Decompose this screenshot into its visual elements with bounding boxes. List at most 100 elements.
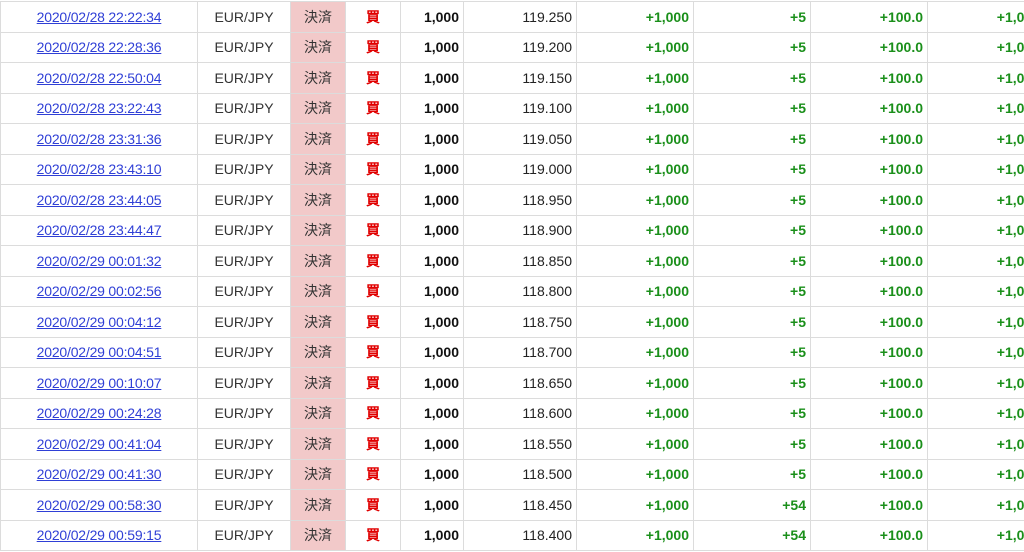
currency-pair: EUR/JPY [214, 100, 273, 116]
trade-datetime-link-cell[interactable]: 2020/02/29 00:59:15 [1, 520, 198, 551]
swap-points-cell: +5 [694, 429, 811, 460]
trade-rate-cell: 118.750 [464, 307, 577, 338]
trade-datetime-link[interactable]: 2020/02/28 23:22:43 [37, 100, 162, 116]
trade-datetime-link-cell[interactable]: 2020/02/29 00:10:07 [1, 368, 198, 399]
pips-value-cell: +100.0 [811, 490, 928, 521]
status-badge-cell: 決済 [291, 429, 346, 460]
profit-loss: +1,000 [646, 497, 689, 513]
swap-points-cell: +5 [694, 124, 811, 155]
trade-datetime-link[interactable]: 2020/02/28 23:44:05 [37, 192, 162, 208]
swap-points: +5 [790, 222, 806, 238]
trade-datetime-link-cell[interactable]: 2020/02/29 00:01:32 [1, 246, 198, 277]
trade-datetime-link[interactable]: 2020/02/28 22:50:04 [37, 70, 162, 86]
status-badge: 決済 [304, 497, 332, 513]
trade-datetime-link[interactable]: 2020/02/29 00:01:32 [37, 253, 162, 269]
trade-side: 買 [366, 253, 380, 269]
currency-pair: EUR/JPY [214, 314, 273, 330]
trade-datetime-link-cell[interactable]: 2020/02/28 23:44:05 [1, 185, 198, 216]
trade-datetime-link-cell[interactable]: 2020/02/29 00:04:51 [1, 337, 198, 368]
trade-quantity-cell: 1,000 [401, 459, 464, 490]
total-profit-cell: +1,005 [928, 124, 1024, 155]
trade-datetime-link-cell[interactable]: 2020/02/28 23:31:36 [1, 124, 198, 155]
trade-datetime-link-cell[interactable]: 2020/02/29 00:02:56 [1, 276, 198, 307]
trade-datetime-link[interactable]: 2020/02/29 00:41:04 [37, 436, 162, 452]
pips-value: +100.0 [880, 9, 923, 25]
total-profit-cell: +1,005 [928, 93, 1024, 124]
currency-pair-cell: EUR/JPY [198, 154, 291, 185]
trade-datetime-link-cell[interactable]: 2020/02/28 23:43:10 [1, 154, 198, 185]
profit-loss: +1,000 [646, 222, 689, 238]
table-row: 2020/02/29 00:41:04EUR/JPY決済買1,000118.55… [1, 429, 1024, 460]
trade-quantity-cell: 1,000 [401, 215, 464, 246]
trade-quantity: 1,000 [424, 9, 459, 25]
swap-points: +5 [790, 283, 806, 299]
trade-datetime-link[interactable]: 2020/02/29 00:58:30 [37, 497, 162, 513]
trade-datetime-link[interactable]: 2020/02/29 00:04:51 [37, 344, 162, 360]
trade-datetime-link[interactable]: 2020/02/29 00:41:30 [37, 466, 162, 482]
trade-quantity: 1,000 [424, 192, 459, 208]
trade-quantity-cell: 1,000 [401, 429, 464, 460]
profit-loss: +1,000 [646, 405, 689, 421]
trade-datetime-link[interactable]: 2020/02/29 00:02:56 [37, 283, 162, 299]
trade-datetime-link-cell[interactable]: 2020/02/28 22:28:36 [1, 32, 198, 63]
swap-points: +5 [790, 253, 806, 269]
trade-side-cell: 買 [346, 185, 401, 216]
trade-datetime-link[interactable]: 2020/02/29 00:24:28 [37, 405, 162, 421]
trade-rate: 118.500 [522, 466, 572, 482]
trade-rate-cell: 118.650 [464, 368, 577, 399]
trade-quantity-cell: 1,000 [401, 276, 464, 307]
trade-datetime-link-cell[interactable]: 2020/02/28 22:50:04 [1, 63, 198, 94]
swap-points: +5 [790, 375, 806, 391]
trade-rate: 119.200 [522, 39, 572, 55]
trade-rate: 118.900 [522, 222, 572, 238]
currency-pair: EUR/JPY [214, 466, 273, 482]
trade-datetime-link-cell[interactable]: 2020/02/29 00:41:04 [1, 429, 198, 460]
profit-loss-cell: +1,000 [577, 337, 694, 368]
trade-datetime-link[interactable]: 2020/02/29 00:59:15 [37, 527, 162, 543]
table-row: 2020/02/29 00:41:30EUR/JPY決済買1,000118.50… [1, 459, 1024, 490]
trade-datetime-link[interactable]: 2020/02/29 00:10:07 [37, 375, 162, 391]
trade-datetime-link[interactable]: 2020/02/28 23:43:10 [37, 161, 162, 177]
pips-value: +100.0 [880, 39, 923, 55]
trade-rate-cell: 118.700 [464, 337, 577, 368]
status-badge-cell: 決済 [291, 520, 346, 551]
currency-pair-cell: EUR/JPY [198, 429, 291, 460]
swap-points-cell: +54 [694, 490, 811, 521]
trade-datetime-link-cell[interactable]: 2020/02/28 23:44:47 [1, 215, 198, 246]
profit-loss: +1,000 [646, 9, 689, 25]
trade-quantity-cell: 1,000 [401, 246, 464, 277]
trade-datetime-link-cell[interactable]: 2020/02/29 00:58:30 [1, 490, 198, 521]
trade-datetime-link[interactable]: 2020/02/28 23:31:36 [37, 131, 162, 147]
trade-datetime-link[interactable]: 2020/02/28 23:44:47 [37, 222, 162, 238]
trade-datetime-link-cell[interactable]: 2020/02/29 00:41:30 [1, 459, 198, 490]
trade-quantity: 1,000 [424, 344, 459, 360]
trade-datetime-link-cell[interactable]: 2020/02/29 00:24:28 [1, 398, 198, 429]
trade-quantity-cell: 1,000 [401, 490, 464, 521]
trade-rate-cell: 118.950 [464, 185, 577, 216]
total-profit-cell: +1,005 [928, 32, 1024, 63]
trade-datetime-link[interactable]: 2020/02/28 22:22:34 [37, 9, 162, 25]
trade-rate-cell: 118.450 [464, 490, 577, 521]
swap-points-cell: +5 [694, 276, 811, 307]
profit-loss: +1,000 [646, 375, 689, 391]
profit-loss-cell: +1,000 [577, 246, 694, 277]
trade-datetime-link[interactable]: 2020/02/28 22:28:36 [37, 39, 162, 55]
trade-side-cell: 買 [346, 520, 401, 551]
trade-datetime-link-cell[interactable]: 2020/02/28 22:22:34 [1, 2, 198, 33]
trade-side: 買 [366, 222, 380, 238]
currency-pair: EUR/JPY [214, 375, 273, 391]
status-badge: 決済 [304, 375, 332, 391]
swap-points-cell: +5 [694, 246, 811, 277]
trade-rate: 118.600 [522, 405, 572, 421]
currency-pair-cell: EUR/JPY [198, 307, 291, 338]
trade-datetime-link-cell[interactable]: 2020/02/29 00:04:12 [1, 307, 198, 338]
currency-pair: EUR/JPY [214, 344, 273, 360]
total-profit: +1,005 [997, 283, 1024, 299]
total-profit-cell: +1,054 [928, 520, 1024, 551]
swap-points: +5 [790, 131, 806, 147]
swap-points: +5 [790, 70, 806, 86]
trade-datetime-link-cell[interactable]: 2020/02/28 23:22:43 [1, 93, 198, 124]
pips-value-cell: +100.0 [811, 276, 928, 307]
trade-quantity: 1,000 [424, 131, 459, 147]
trade-datetime-link[interactable]: 2020/02/29 00:04:12 [37, 314, 162, 330]
